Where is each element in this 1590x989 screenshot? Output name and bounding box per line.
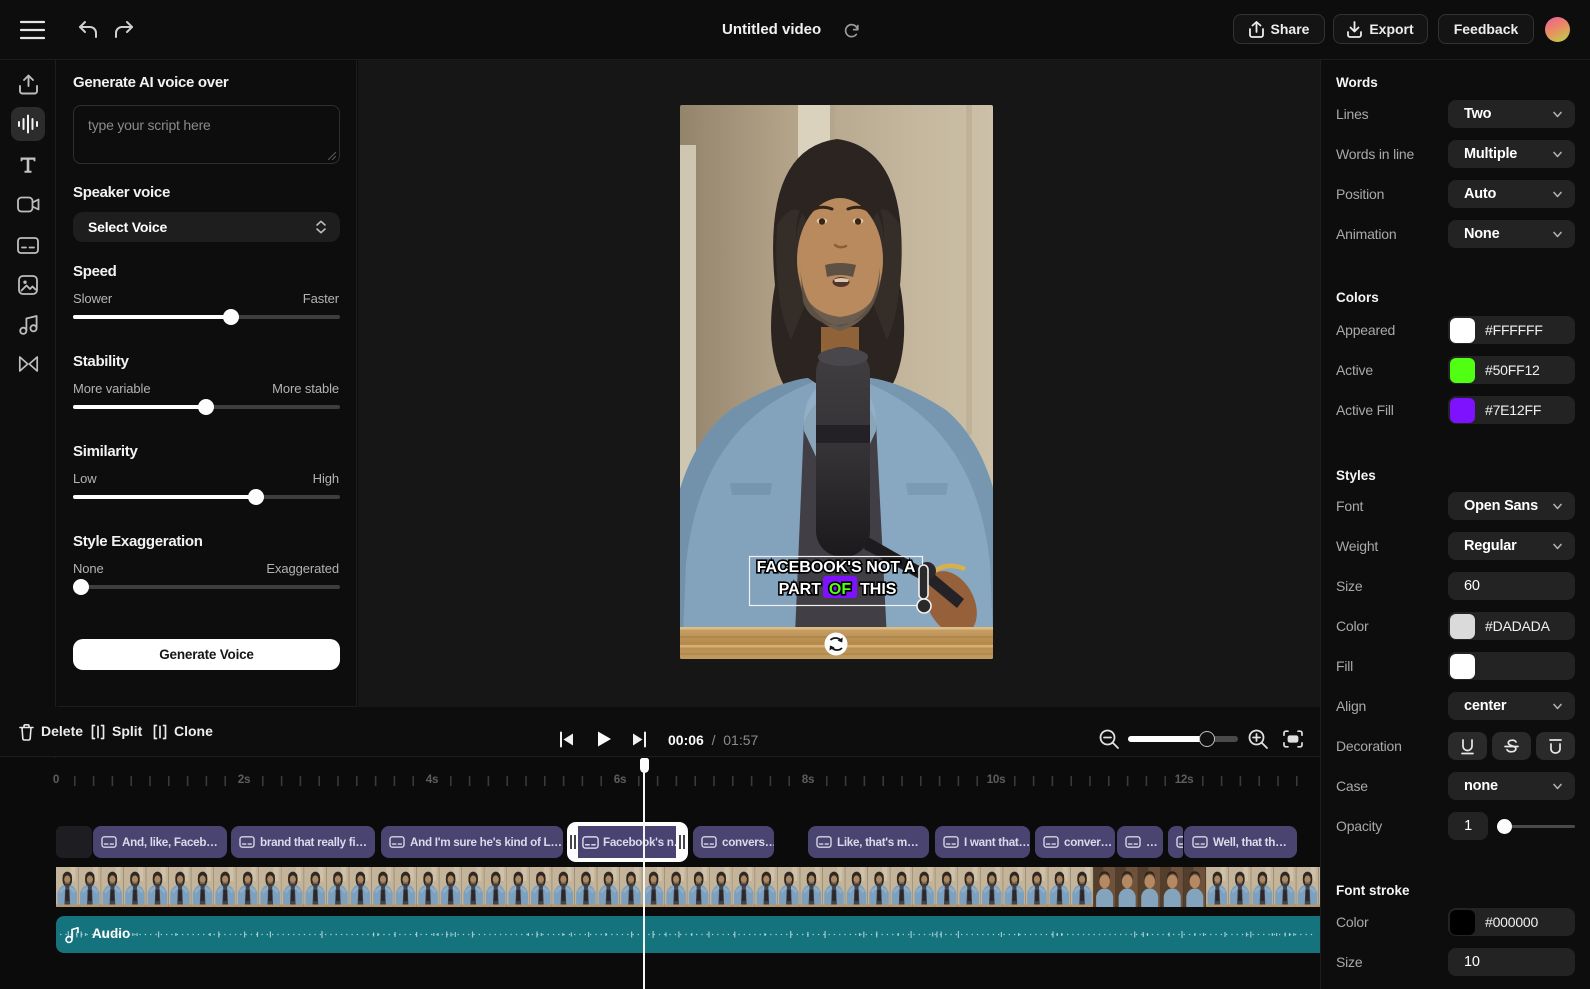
svg-text:OF: OF (829, 581, 851, 598)
svg-text:THIS: THIS (860, 581, 897, 598)
svg-text:FACEBOOK'S NOT A: FACEBOOK'S NOT A (757, 559, 916, 576)
svg-text:PART: PART (779, 581, 822, 598)
